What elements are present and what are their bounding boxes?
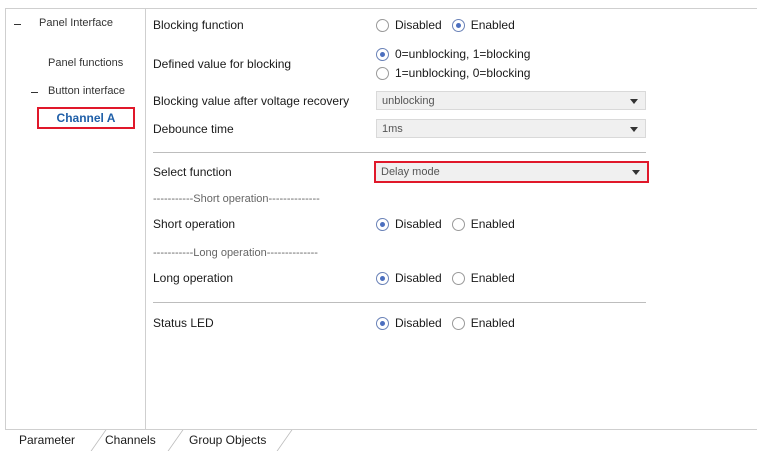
parameter-tree: Panel Interface Panel functions Button i… [5, 8, 146, 430]
status-led-label: Status LED [153, 316, 214, 330]
radio-option[interactable]: Disabled [376, 217, 442, 231]
radio-icon[interactable] [376, 66, 389, 80]
panel-divider[interactable] [145, 8, 146, 429]
tab-separator [167, 430, 184, 451]
tree-item-panel-functions[interactable]: Panel functions [48, 57, 123, 69]
tree-item-panel-interface[interactable]: Panel Interface [39, 17, 113, 29]
radio-icon[interactable] [376, 18, 389, 32]
tab-separator [276, 430, 293, 451]
short-operation-label: Short operation [153, 217, 236, 231]
radio-checked-icon[interactable] [376, 217, 389, 231]
long-operation-radios: Disabled Enabled [376, 271, 525, 285]
collapse-icon[interactable] [31, 92, 38, 93]
tab-parameter[interactable]: Parameter [19, 433, 75, 447]
defined-value-radio-2[interactable]: 1=unblocking, 0=blocking [376, 66, 530, 80]
tree-item-label: Channel A [56, 111, 116, 125]
long-operation-separator: -----------Long operation-------------- [153, 247, 318, 259]
tab-channels[interactable]: Channels [105, 433, 156, 447]
chevron-down-icon [630, 99, 638, 104]
debounce-select[interactable]: 1ms [376, 119, 646, 138]
debounce-label: Debounce time [153, 122, 234, 136]
radio-checked-icon[interactable] [376, 316, 389, 330]
tab-group-objects[interactable]: Group Objects [189, 433, 266, 447]
recovery-select[interactable]: unblocking [376, 91, 646, 110]
blocking-function-radios: Disabled Enabled [376, 18, 525, 32]
radio-option[interactable]: Disabled [376, 316, 442, 330]
select-function-label: Select function [153, 165, 232, 179]
radio-checked-icon[interactable] [376, 47, 389, 61]
top-border [146, 8, 757, 9]
bottom-tab-bar: Parameter Channels Group Objects [5, 429, 757, 451]
short-operation-separator: -----------Short operation-------------- [153, 193, 320, 205]
radio-option[interactable]: Enabled [451, 18, 515, 32]
radio-option[interactable]: Disabled [376, 18, 442, 32]
radio-checked-icon[interactable] [451, 18, 465, 32]
long-operation-label: Long operation [153, 271, 234, 285]
short-operation-radios: Disabled Enabled [376, 217, 525, 231]
radio-option[interactable]: Enabled [451, 316, 515, 330]
radio-option[interactable]: Disabled [376, 271, 442, 285]
radio-icon[interactable] [451, 217, 465, 231]
radio-option[interactable]: Enabled [451, 271, 515, 285]
tree-item-channel-a[interactable]: Channel A [37, 107, 135, 129]
defined-value-label: Defined value for blocking [153, 57, 292, 71]
radio-checked-icon[interactable] [376, 271, 389, 285]
chevron-down-icon [630, 127, 638, 132]
section-divider [153, 302, 646, 303]
radio-icon[interactable] [451, 316, 465, 330]
parameter-window: Panel Interface Panel functions Button i… [0, 0, 757, 451]
blocking-function-label: Blocking function [153, 18, 244, 32]
defined-value-radio-1[interactable]: 0=unblocking, 1=blocking [376, 47, 530, 61]
chevron-down-icon [632, 170, 640, 175]
select-function-select[interactable]: Delay mode [374, 161, 649, 183]
collapse-icon[interactable] [14, 24, 21, 25]
status-led-radios: Disabled Enabled [376, 316, 525, 330]
radio-icon[interactable] [451, 271, 465, 285]
tab-separator [90, 430, 107, 451]
section-divider [153, 152, 646, 153]
tree-item-button-interface[interactable]: Button interface [48, 85, 125, 97]
recovery-label: Blocking value after voltage recovery [153, 94, 350, 108]
radio-option[interactable]: Enabled [451, 217, 515, 231]
